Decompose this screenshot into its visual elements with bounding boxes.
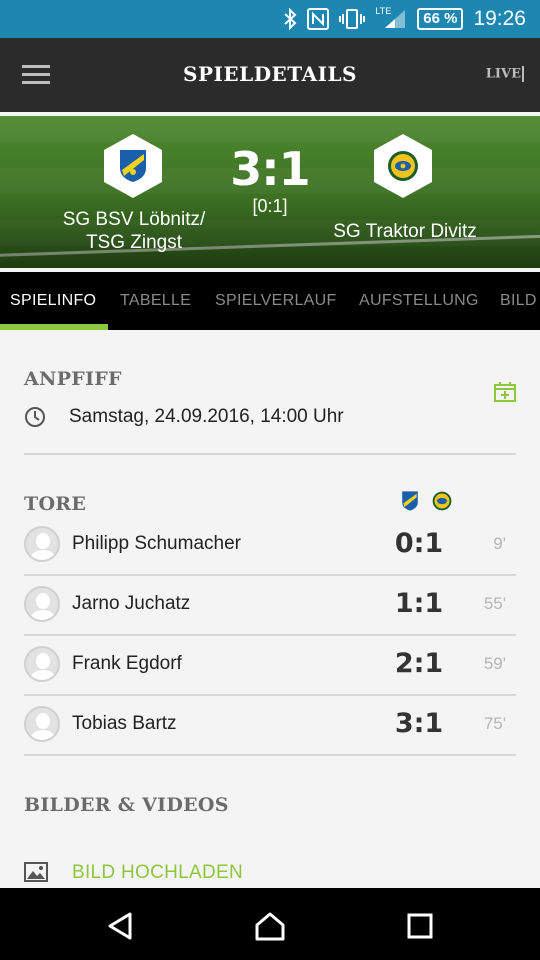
kickoff-datetime: Samstag, 24.09.2016, 14:00 Uhr (69, 406, 344, 427)
signal-icon: LTE (375, 6, 407, 31)
status-icons: LTE 66 % 19:26 (283, 0, 526, 38)
add-to-calendar-icon[interactable] (494, 382, 516, 407)
goal-minute: 75' (483, 714, 506, 733)
goal-scorer-name: Frank Egdorf (72, 653, 182, 674)
status-bar: LTE 66 % 19:26 (0, 0, 540, 38)
home-icon[interactable] (250, 906, 290, 946)
vibrate-icon (339, 7, 366, 31)
player-avatar (24, 526, 60, 562)
status-time: 19:26 (473, 7, 526, 30)
recent-apps-icon[interactable] (400, 906, 440, 946)
tab-spielverlauf[interactable]: SPIELVERLAUF (215, 292, 337, 310)
kickoff-title: ANPFIFF (24, 368, 122, 390)
away-crest-small-icon (432, 490, 452, 512)
tab-aufstellung[interactable]: AUFSTELLUNG (359, 292, 479, 310)
live-cursor-icon (522, 66, 524, 82)
battery-indicator: 66 % (417, 8, 464, 30)
bluetooth-icon (283, 7, 297, 31)
live-label: LIVE (485, 66, 521, 82)
tab-tabelle[interactable]: TABELLE (120, 292, 191, 310)
halftime-score: [0:1] (252, 196, 288, 216)
away-crest-icon (388, 151, 418, 181)
page-title: SPIELDETAILS (183, 62, 357, 86)
match-score: 3:1 (230, 142, 310, 196)
spielinfo-content: ANPFIFF Samstag, 24.09.2016, 14:00 Uhr T… (0, 330, 540, 888)
upload-image-button[interactable]: BILD HOCHLADEN (72, 862, 243, 884)
goal-minute: 9' (493, 534, 506, 553)
system-nav-bar (0, 888, 540, 960)
app-bar: SPIELDETAILS LIVE (0, 38, 540, 112)
lte-label: LTE (375, 6, 392, 16)
nfc-icon (307, 7, 330, 31)
goal-score: 2:1 (394, 648, 444, 679)
goal-minute: 55' (483, 594, 506, 613)
home-crest-small-icon (400, 490, 420, 512)
goal-minute: 59' (483, 654, 506, 673)
home-crest-icon (120, 150, 146, 182)
home-team-name[interactable]: SG BSV Löbnitz/ TSG Zingst (44, 208, 224, 254)
goals-title: TORE (24, 493, 87, 515)
goal-row[interactable]: Tobias Bartz 3:1 75' (24, 696, 516, 756)
goal-scorer-name: Tobias Bartz (72, 713, 177, 734)
goal-scorer-name: Jarno Juchatz (72, 593, 191, 614)
image-icon[interactable] (24, 862, 48, 887)
tab-bild[interactable]: BILD (500, 292, 537, 310)
section-divider (24, 453, 516, 455)
goal-row[interactable]: Philipp Schumacher 0:1 9' (24, 516, 516, 576)
tab-spielinfo[interactable]: SPIELINFO (10, 292, 96, 310)
match-header: SG BSV Löbnitz/ TSG Zingst 3:1 [0:1] SG … (0, 116, 540, 268)
clock-icon (24, 406, 46, 433)
goal-score: 1:1 (394, 588, 444, 619)
media-title: BILDER & VIDEOS (24, 794, 229, 816)
goal-row[interactable]: Frank Egdorf 2:1 59' (24, 636, 516, 696)
live-button[interactable]: LIVE (486, 66, 524, 82)
player-avatar (24, 706, 60, 742)
goal-row[interactable]: Jarno Juchatz 1:1 55' (24, 576, 516, 636)
goal-scorer-name: Philipp Schumacher (72, 533, 241, 554)
tab-bar: SPIELINFO TABELLE SPIELVERLAUF AUFSTELLU… (0, 272, 540, 330)
goal-score: 3:1 (394, 708, 444, 739)
away-team-name[interactable]: SG Traktor Divitz (316, 220, 494, 243)
player-avatar (24, 646, 60, 682)
goal-score: 0:1 (394, 528, 444, 559)
back-icon[interactable] (100, 906, 140, 946)
player-avatar (24, 586, 60, 622)
